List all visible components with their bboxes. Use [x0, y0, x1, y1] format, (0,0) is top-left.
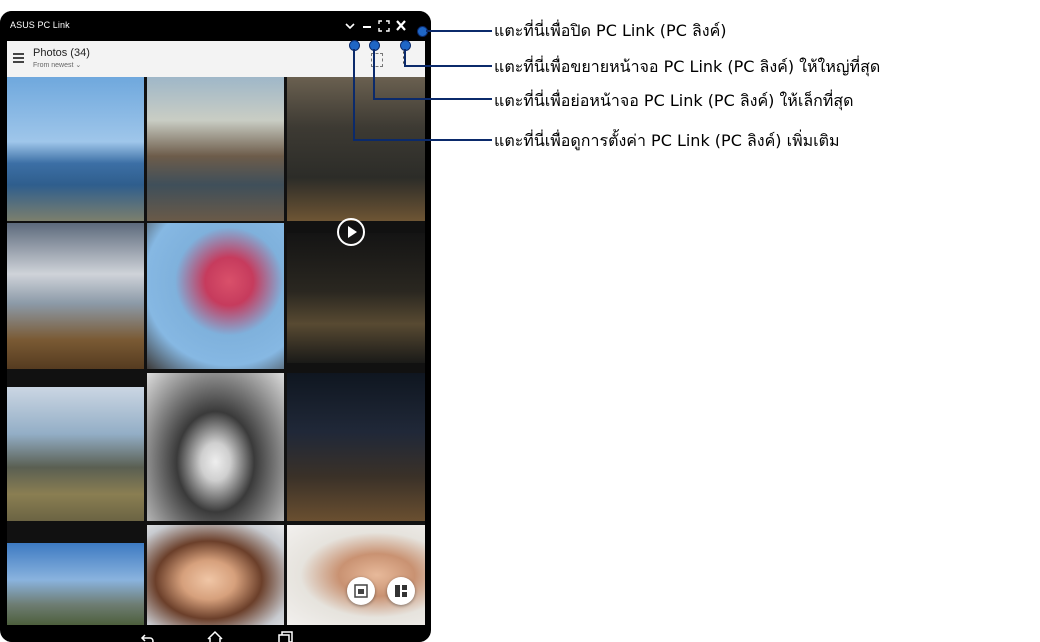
- photo-thumbnail[interactable]: [7, 543, 144, 625]
- minimize-button[interactable]: [359, 17, 375, 35]
- minimize-icon: [363, 26, 371, 28]
- minimize-callout-line-h: [373, 98, 492, 100]
- close-button[interactable]: [393, 17, 409, 35]
- maximize-callout-line-h: [404, 65, 492, 67]
- recent-apps-button[interactable]: [275, 629, 295, 642]
- photo-thumbnail[interactable]: [287, 525, 425, 625]
- maximize-callout-text: แตะที่นี่เพื่อขยายหน้าจอ PC Link (PC ลิง…: [494, 57, 881, 76]
- minimize-callout-line-v: [373, 49, 375, 99]
- photo-thumbnail[interactable]: [147, 223, 284, 369]
- settings-callout-line-v: [353, 49, 355, 140]
- settings-callout-text: แตะที่นี่เพื่อดูการตั้งค่า PC Link (PC ล…: [494, 131, 840, 150]
- back-icon: [140, 634, 154, 642]
- photo-thumbnail[interactable]: [7, 387, 144, 521]
- photo-thumbnail[interactable]: [287, 373, 425, 521]
- collage-icon: [354, 584, 368, 598]
- maximize-button[interactable]: [376, 17, 392, 35]
- photo-grid: [7, 77, 425, 625]
- close-icon: [396, 20, 406, 31]
- close-callout-text: แตะที่นี่เพื่อปิด PC Link (PC ลิงค์): [494, 21, 727, 40]
- photo-thumbnail[interactable]: [7, 77, 144, 221]
- photo-thumbnail[interactable]: [147, 525, 284, 625]
- chevron-down-icon: [345, 23, 355, 30]
- grid-layout-icon: [395, 585, 407, 597]
- sort-dropdown[interactable]: From newest ⌄: [33, 61, 81, 69]
- app-bar: Photos (34) From newest ⌄: [7, 41, 425, 77]
- video-thumbnail[interactable]: [287, 233, 425, 363]
- recent-apps-icon: [278, 631, 293, 642]
- settings-button[interactable]: [342, 17, 358, 35]
- settings-callout-line-h: [353, 139, 492, 141]
- hamburger-menu-icon[interactable]: [13, 53, 24, 63]
- collage-button[interactable]: [347, 577, 375, 605]
- back-button[interactable]: [137, 629, 157, 642]
- navigation-bar: [7, 625, 425, 642]
- pc-link-window: ASUS PC Link Photos (34) From newest ⌄: [0, 11, 431, 642]
- close-callout-line: [426, 30, 492, 32]
- window-title: ASUS PC Link: [10, 20, 70, 30]
- minimize-callout-text: แตะที่นี่เพื่อย่อหน้าจอ PC Link (PC ลิงค…: [494, 91, 854, 110]
- expand-icon: [378, 20, 390, 32]
- photo-thumbnail[interactable]: [7, 223, 144, 369]
- title-bar: ASUS PC Link: [0, 11, 431, 41]
- home-icon: [207, 630, 223, 642]
- play-icon[interactable]: [337, 218, 365, 246]
- sort-label: From newest: [33, 62, 74, 69]
- photo-thumbnail[interactable]: [147, 373, 284, 521]
- home-button[interactable]: [205, 629, 225, 642]
- layout-button[interactable]: [387, 577, 415, 605]
- maximize-callout-line-v: [404, 49, 406, 66]
- photo-thumbnail[interactable]: [147, 77, 284, 221]
- page-title: Photos (34): [33, 47, 90, 59]
